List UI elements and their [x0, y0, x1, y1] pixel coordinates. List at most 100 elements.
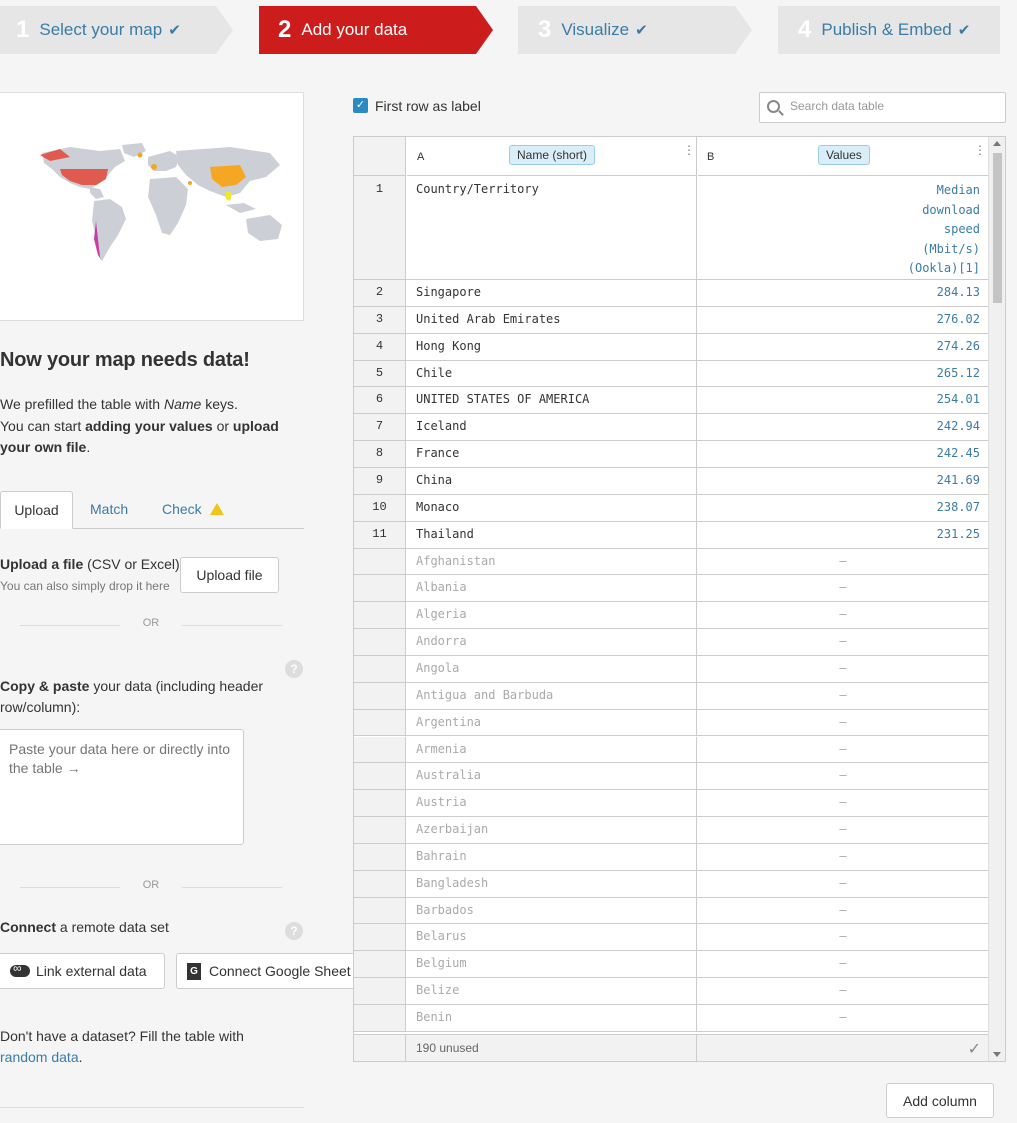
- table-row[interactable]: Benin –: [354, 1005, 989, 1032]
- search-input[interactable]: [790, 99, 990, 113]
- table-cell[interactable]: 265.12: [698, 361, 988, 387]
- table-cell[interactable]: Afghanistan: [407, 548, 697, 575]
- table-cell[interactable]: 231.25: [698, 522, 988, 548]
- table-row[interactable]: 11 Thailand 231.25: [354, 521, 989, 549]
- table-cell[interactable]: 238.07: [698, 495, 988, 521]
- table-cell[interactable]: Azerbaijan: [407, 817, 697, 843]
- table-row[interactable]: Austria –: [354, 790, 989, 818]
- table-row[interactable]: 10 Monaco 238.07: [354, 494, 989, 522]
- table-cell[interactable]: Monaco: [407, 494, 697, 521]
- table-cell[interactable]: France: [407, 441, 697, 467]
- table-row[interactable]: Belgium –: [354, 951, 989, 979]
- table-cell[interactable]: Chile: [407, 360, 697, 387]
- column-menu-icon[interactable]: ⋮: [974, 144, 986, 156]
- table-row[interactable]: 4 Hong Kong 274.26: [354, 333, 989, 361]
- table-cell[interactable]: –: [698, 763, 988, 789]
- table-row[interactable]: 9 China 241.69: [354, 468, 989, 495]
- table-row[interactable]: 2 Singapore 284.13: [354, 280, 989, 307]
- table-cell[interactable]: Armenia: [407, 736, 697, 763]
- table-cell[interactable]: Iceland: [407, 414, 697, 441]
- scroll-down-icon[interactable]: [993, 1052, 1001, 1057]
- table-row[interactable]: 6 UNITED STATES OF AMERICA 254.01: [354, 387, 989, 415]
- table-cell[interactable]: –: [698, 602, 988, 628]
- table-row[interactable]: Bangladesh –: [354, 870, 989, 898]
- table-row[interactable]: Algeria –: [354, 602, 989, 630]
- table-cell[interactable]: Bahrain: [407, 843, 697, 870]
- table-cell[interactable]: –: [698, 710, 988, 736]
- table-cell[interactable]: –: [698, 871, 988, 897]
- table-cell[interactable]: –: [698, 656, 988, 682]
- table-cell[interactable]: –: [698, 978, 988, 1004]
- step-publish-embed[interactable]: 4 Publish & Embed ✔: [778, 6, 1000, 54]
- add-column-button[interactable]: Add column: [886, 1083, 994, 1118]
- tab-upload[interactable]: Upload: [0, 491, 73, 529]
- table-cell[interactable]: –: [698, 629, 988, 655]
- table-row[interactable]: Barbados –: [354, 897, 989, 925]
- table-row[interactable]: Azerbaijan –: [354, 817, 989, 844]
- link-external-data-button[interactable]: Link external data: [0, 953, 165, 989]
- table-cell[interactable]: China: [407, 468, 697, 494]
- table-row[interactable]: Afghanistan –: [354, 548, 989, 576]
- table-cell[interactable]: –: [698, 924, 988, 950]
- table-row[interactable]: 7 Iceland 242.94: [354, 414, 989, 442]
- paste-data-textarea[interactable]: [0, 729, 244, 845]
- column-header-b[interactable]: B Values ⋮: [698, 137, 989, 176]
- step-visualize[interactable]: 3 Visualize ✔: [518, 6, 752, 54]
- table-row[interactable]: Armenia –: [354, 736, 989, 764]
- table-cell[interactable]: Singapore: [407, 280, 697, 306]
- upload-file-button[interactable]: Upload file: [180, 557, 279, 593]
- table-cell[interactable]: –: [698, 817, 988, 843]
- first-row-label-checkbox[interactable]: ✓: [353, 98, 368, 113]
- scroll-up-icon[interactable]: [993, 141, 1001, 146]
- column-menu-icon[interactable]: ⋮: [683, 144, 695, 156]
- table-cell[interactable]: United Arab Emirates: [407, 306, 697, 333]
- step-select-map[interactable]: 1 Select your map ✔: [0, 6, 233, 54]
- table-cell[interactable]: –: [698, 549, 988, 575]
- table-cell[interactable]: –: [698, 1005, 988, 1031]
- table-cell[interactable]: UNITED STATES OF AMERICA: [407, 387, 697, 414]
- table-cell[interactable]: Bangladesh: [407, 870, 697, 897]
- connect-google-sheet-button[interactable]: G Connect Google Sheet: [176, 953, 354, 989]
- table-row[interactable]: 3 United Arab Emirates 276.02: [354, 306, 989, 334]
- table-scrollbar[interactable]: [988, 137, 1005, 1061]
- table-row[interactable]: Argentina –: [354, 709, 989, 737]
- table-cell[interactable]: –: [698, 575, 988, 601]
- table-cell[interactable]: Hong Kong: [407, 333, 697, 360]
- table-cell[interactable]: Algeria: [407, 602, 697, 629]
- table-row[interactable]: Bahrain –: [354, 843, 989, 871]
- table-row[interactable]: Albania –: [354, 575, 989, 603]
- table-cell[interactable]: –: [698, 683, 988, 709]
- table-row[interactable]: 8 France 242.45: [354, 441, 989, 468]
- table-row[interactable]: Belarus –: [354, 924, 989, 952]
- table-cell[interactable]: 254.01: [698, 387, 988, 413]
- table-cell[interactable]: 242.94: [698, 414, 988, 440]
- random-data-link[interactable]: random data: [0, 1049, 79, 1065]
- table-cell[interactable]: –: [698, 898, 988, 924]
- table-cell[interactable]: Albania: [407, 575, 697, 602]
- table-header-row[interactable]: 1 Country/Territory Median download spee…: [354, 176, 989, 280]
- table-cell[interactable]: Angola: [407, 655, 697, 682]
- table-row[interactable]: Angola –: [354, 655, 989, 683]
- step-add-data[interactable]: 2 Add your data: [259, 6, 493, 54]
- table-cell[interactable]: 276.02: [698, 307, 988, 333]
- table-row[interactable]: Antigua and Barbuda –: [354, 682, 989, 710]
- tab-check[interactable]: Check: [162, 491, 224, 529]
- table-cell[interactable]: –: [698, 790, 988, 816]
- table-cell[interactable]: 274.26: [698, 334, 988, 360]
- table-cell[interactable]: Andorra: [407, 629, 697, 655]
- table-cell[interactable]: Belize: [407, 978, 697, 1004]
- table-cell[interactable]: –: [698, 737, 988, 763]
- table-cell[interactable]: Belarus: [407, 924, 697, 951]
- table-row[interactable]: Andorra –: [354, 629, 989, 656]
- table-cell[interactable]: 241.69: [698, 468, 988, 494]
- help-icon[interactable]: ?: [285, 922, 303, 940]
- table-cell[interactable]: 242.45: [698, 441, 988, 467]
- table-cell[interactable]: Benin: [407, 1005, 697, 1031]
- table-cell[interactable]: 284.13: [698, 280, 988, 306]
- table-row[interactable]: Belize –: [354, 978, 989, 1005]
- table-cell[interactable]: Austria: [407, 790, 697, 817]
- column-header-a[interactable]: A Name (short) ⋮: [407, 137, 697, 176]
- table-cell[interactable]: Barbados: [407, 897, 697, 924]
- scroll-thumb[interactable]: [993, 153, 1002, 303]
- help-icon[interactable]: ?: [285, 660, 303, 678]
